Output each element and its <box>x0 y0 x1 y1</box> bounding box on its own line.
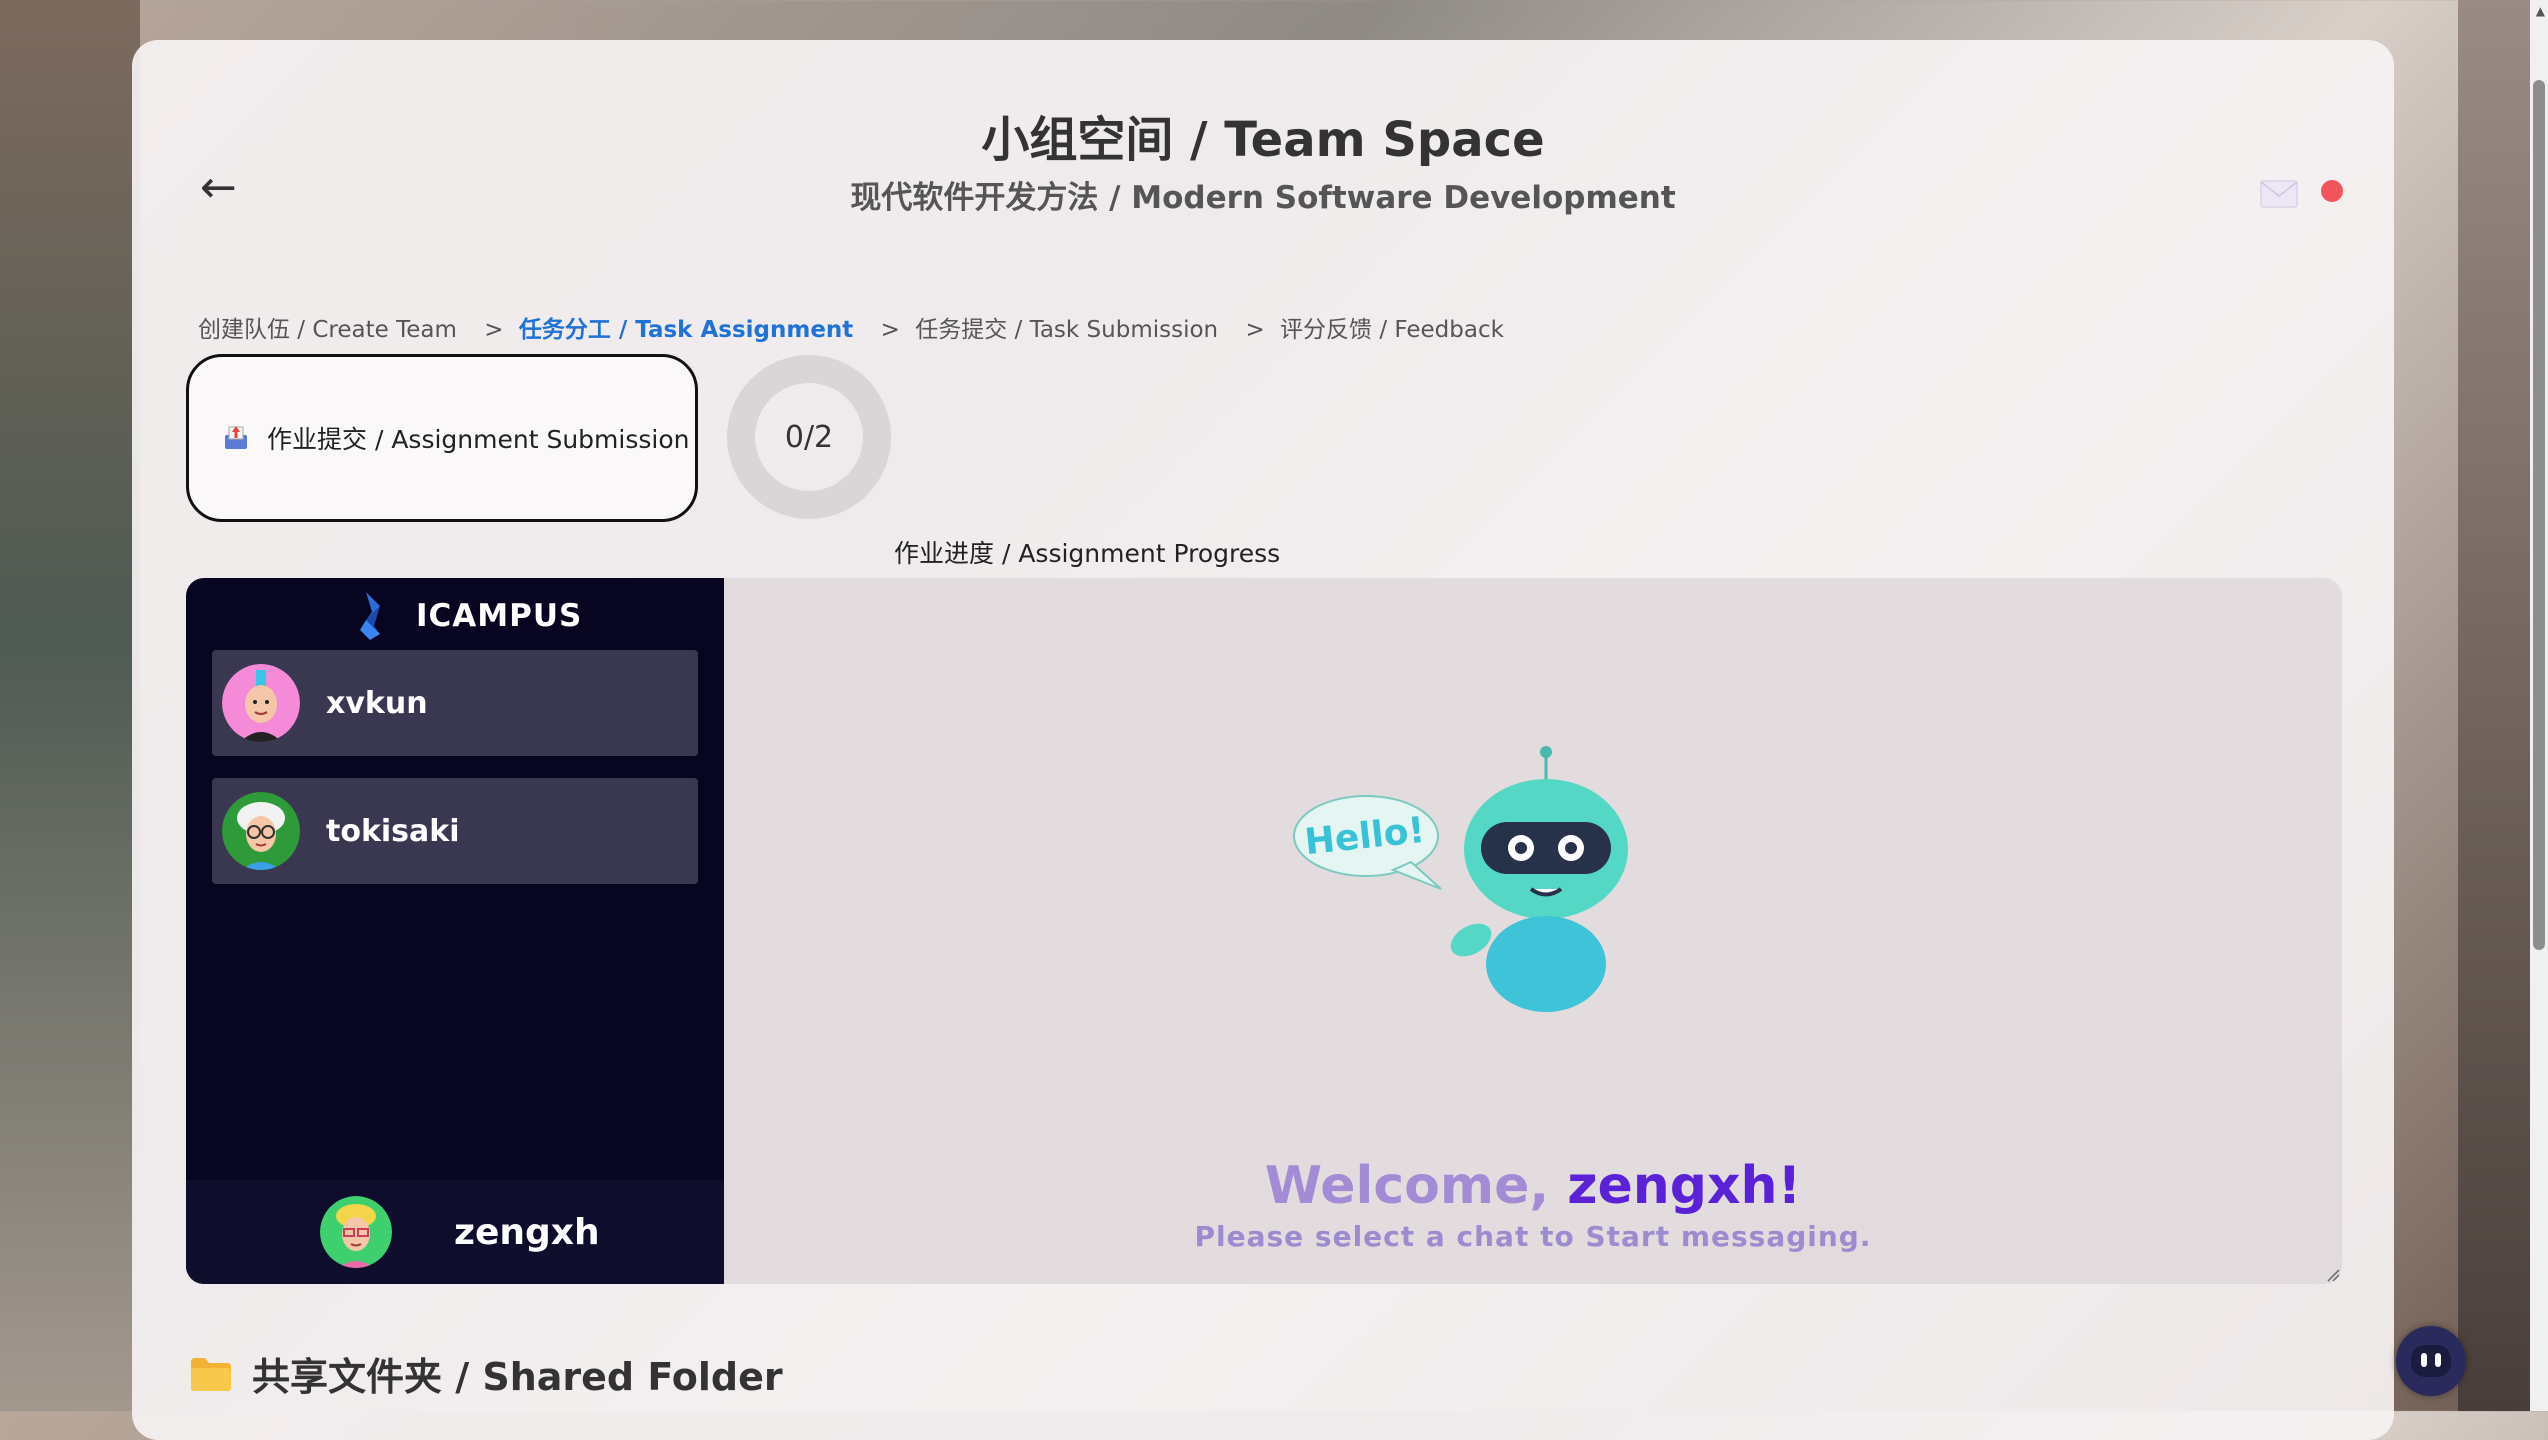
step-task-assignment[interactable]: 任务分工 / Task Assignment <box>519 317 854 343</box>
brand: ICAMPUS <box>346 588 582 644</box>
folder-icon <box>191 1357 231 1391</box>
welcome-prefix: Welcome, <box>1264 1156 1568 1216</box>
welcome-message: Welcome, zengxh! <box>724 1156 2342 1216</box>
icampus-logo-icon <box>360 592 380 640</box>
page-title: 小组空间 / Team Space <box>981 112 1545 168</box>
select-chat-hint: Please select a chat to Start messaging. <box>1194 1220 1872 1253</box>
contact-xvkun[interactable]: xvkun <box>212 650 698 756</box>
current-user-bar: zengxh <box>186 1180 724 1284</box>
progress-steps: 创建队伍 / Create Team > 任务分工 / Task Assignm… <box>198 310 1518 344</box>
course-subtitle: 现代软件开发方法 / Modern Software Development <box>850 180 1676 216</box>
notification-dot[interactable] <box>2321 180 2343 202</box>
mail-icon[interactable] <box>2260 180 2298 208</box>
chat-window: ICAMPUS xvkun tokisaki zengxh Hello! Wel… <box>186 578 2342 1284</box>
scroll-up-arrow-icon[interactable]: ▲ <box>2536 4 2545 18</box>
team-space-panel: ← 小组空间 / Team Space 现代软件开发方法 / Modern So… <box>132 40 2394 1440</box>
assistant-bot-icon <box>2411 1345 2451 1377</box>
avatar-pink-mohawk-icon <box>222 664 300 742</box>
page-scrollbar[interactable]: ▲ <box>2530 0 2548 1411</box>
avatar <box>222 664 300 742</box>
step-separator: > <box>1245 317 1265 343</box>
avatar <box>320 1196 392 1268</box>
avatar-blonde-glasses-icon <box>320 1196 392 1268</box>
progress-count: 0/2 <box>784 419 834 455</box>
avatar-white-hair-glasses-icon <box>222 792 300 870</box>
assignment-submission-label: 作业提交 / Assignment Submission <box>267 425 690 454</box>
contact-tokisaki[interactable]: tokisaki <box>212 778 698 884</box>
avatar <box>222 792 300 870</box>
resize-grip-icon[interactable] <box>2326 1268 2340 1282</box>
floating-assistant-button[interactable] <box>2396 1326 2466 1396</box>
shared-folder-header[interactable]: 共享文件夹 / Shared Folder <box>190 1346 783 1401</box>
brand-name: ICAMPUS <box>416 598 583 634</box>
step-separator: > <box>484 317 504 343</box>
welcome-username: zengxh! <box>1567 1156 1802 1216</box>
step-create-team[interactable]: 创建队伍 / Create Team <box>198 317 457 343</box>
step-separator: > <box>880 317 900 343</box>
scroll-thumb[interactable] <box>2533 80 2545 950</box>
inbox-upload-icon <box>225 426 247 449</box>
step-task-submission[interactable]: 任务提交 / Task Submission <box>915 317 1218 343</box>
current-user-name: zengxh <box>454 1211 600 1253</box>
progress-label: 作业进度 / Assignment Progress <box>894 539 1281 568</box>
shared-folder-title: 共享文件夹 / Shared Folder <box>252 1355 783 1399</box>
assignment-submission-button[interactable]: 作业提交 / Assignment Submission <box>186 354 698 522</box>
hello-robot-illustration: Hello! <box>1293 746 1628 1012</box>
contact-name: xvkun <box>326 685 428 721</box>
background-art-left <box>0 0 140 1411</box>
contact-name: tokisaki <box>326 813 460 849</box>
step-feedback[interactable]: 评分反馈 / Feedback <box>1280 317 1504 343</box>
chat-sidebar: ICAMPUS xvkun tokisaki zengxh <box>186 578 724 1284</box>
